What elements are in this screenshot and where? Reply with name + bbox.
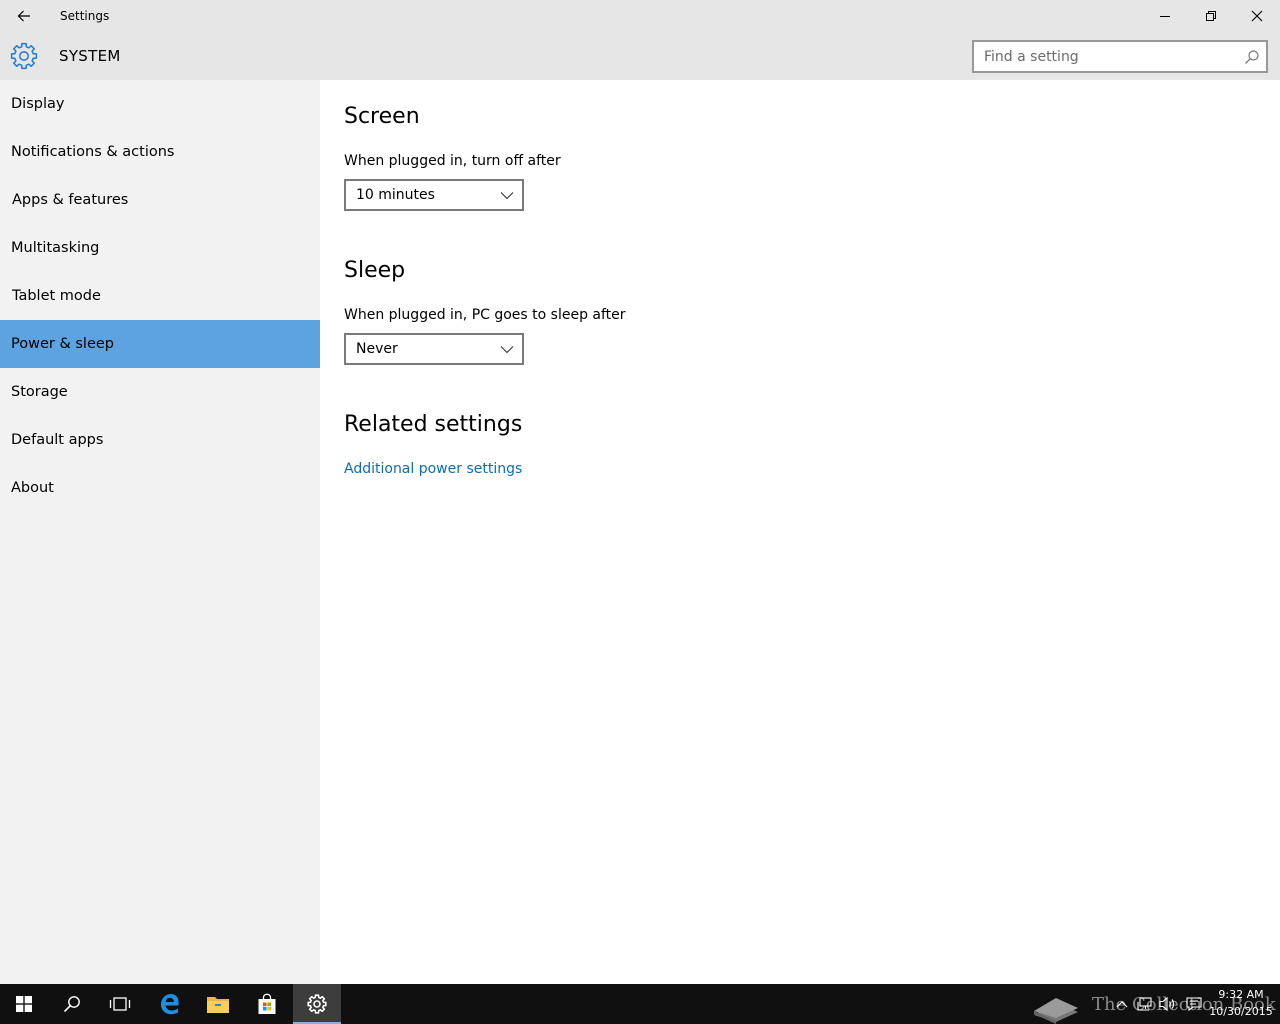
settings-header: SYSTEM xyxy=(0,32,1280,80)
additional-power-settings-link[interactable]: Additional power settings xyxy=(344,461,522,477)
screen-heading: Screen xyxy=(344,104,420,129)
search-icon[interactable] xyxy=(1244,49,1260,65)
sidebar-item-storage[interactable]: Storage xyxy=(0,368,320,416)
close-icon xyxy=(1251,10,1263,22)
window-title: Settings xyxy=(60,9,110,23)
action-center-button[interactable] xyxy=(1182,984,1206,1024)
gear-icon xyxy=(307,994,327,1014)
show-hidden-icons-button[interactable] xyxy=(1110,984,1134,1024)
sidebar-item-tablet-mode[interactable]: Tablet mode xyxy=(0,272,320,320)
search-input[interactable] xyxy=(974,42,1246,71)
back-button[interactable] xyxy=(6,0,42,32)
related-settings-heading: Related settings xyxy=(344,412,523,437)
screen-timeout-value: 10 minutes xyxy=(356,187,435,203)
sleep-timeout-value: Never xyxy=(356,341,398,357)
network-button[interactable] xyxy=(1134,984,1156,1024)
sleep-timeout-dropdown[interactable]: Never xyxy=(344,333,524,365)
sleep-timeout-label: When plugged in, PC goes to sleep after xyxy=(344,307,626,323)
search-icon xyxy=(63,996,80,1013)
taskbar-clock[interactable]: 9:32 AM 10/30/2015 xyxy=(1206,986,1276,1020)
sidebar-item-default-apps[interactable]: Default apps xyxy=(0,416,320,464)
sleep-heading: Sleep xyxy=(344,258,406,283)
minimize-icon xyxy=(1160,16,1170,17)
clock-time: 9:32 AM xyxy=(1218,988,1264,1001)
title-bar: Settings xyxy=(0,0,1280,32)
screen-timeout-label: When plugged in, turn off after xyxy=(344,153,561,169)
volume-icon xyxy=(1159,996,1175,1012)
sidebar-item-power-sleep[interactable]: Power & sleep xyxy=(0,320,320,368)
section-title: SYSTEM xyxy=(59,47,121,65)
task-view-button[interactable] xyxy=(96,984,144,1024)
sidebar-item-apps-features[interactable]: Apps & features xyxy=(0,176,320,224)
restore-icon xyxy=(1206,11,1216,21)
minimize-button[interactable] xyxy=(1142,0,1188,32)
network-icon xyxy=(1137,997,1152,1011)
edge-icon xyxy=(161,994,179,1015)
book-icon xyxy=(1034,998,1078,1024)
action-center-icon xyxy=(1186,997,1202,1012)
task-view-icon xyxy=(109,997,131,1011)
search-box[interactable] xyxy=(972,40,1268,73)
taskbar: The Collection Book 9:32 AM 10/30/2015 xyxy=(0,984,1280,1024)
sidebar-item-notifications-actions[interactable]: Notifications & actions xyxy=(0,128,320,176)
file-explorer-button[interactable] xyxy=(194,984,242,1024)
edge-browser-button[interactable] xyxy=(146,984,194,1024)
start-button[interactable] xyxy=(0,984,48,1024)
sidebar-item-multitasking[interactable]: Multitasking xyxy=(0,224,320,272)
chevron-down-icon xyxy=(500,346,514,354)
close-button[interactable] xyxy=(1234,0,1280,32)
volume-button[interactable] xyxy=(1156,984,1180,1024)
sidebar-item-about[interactable]: About xyxy=(0,464,320,512)
clock-date: 10/30/2015 xyxy=(1209,1005,1273,1018)
main-content: Screen When plugged in, turn off after 1… xyxy=(320,80,1280,984)
sidebar-item-display[interactable]: Display xyxy=(0,80,320,128)
chevron-up-icon xyxy=(1116,1001,1128,1008)
screen-timeout-dropdown[interactable]: 10 minutes xyxy=(344,179,524,211)
settings-taskbar-button[interactable] xyxy=(293,984,341,1024)
store-button[interactable] xyxy=(243,984,291,1024)
folder-icon xyxy=(207,997,229,1013)
windows-logo-icon xyxy=(16,996,32,1012)
sidebar: Display Notifications & actions Apps & f… xyxy=(0,80,320,984)
chevron-down-icon xyxy=(500,192,514,200)
taskbar-search-button[interactable] xyxy=(48,984,96,1024)
store-icon xyxy=(258,993,276,1014)
gear-icon xyxy=(10,42,38,70)
restore-button[interactable] xyxy=(1188,0,1234,32)
arrow-left-icon xyxy=(17,10,30,22)
